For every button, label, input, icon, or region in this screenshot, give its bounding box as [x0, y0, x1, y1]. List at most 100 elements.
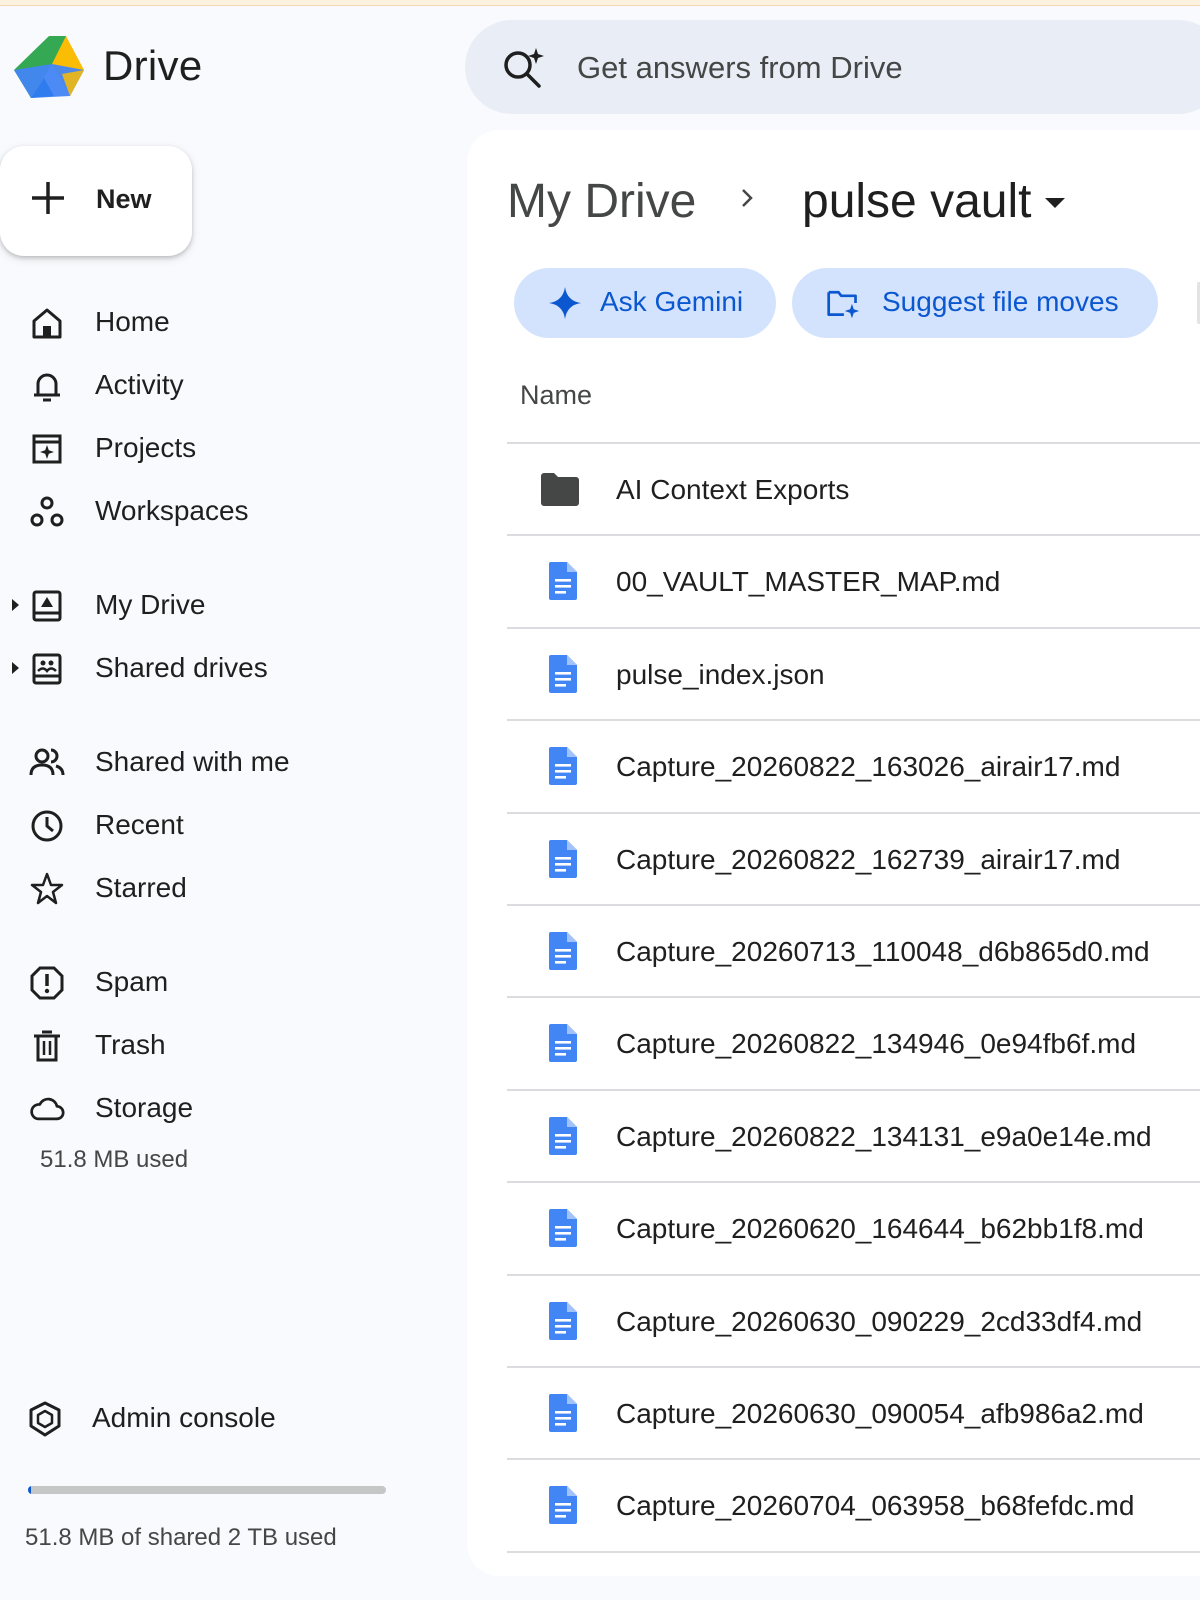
file-name: Capture_20260630_090054_afb986a2.md — [616, 1397, 1144, 1429]
table-row[interactable]: Capture_20260713_110048_d6b865d0.md — [507, 906, 1200, 999]
search-bar[interactable]: Get answers from Drive — [465, 20, 1200, 114]
file-name: Capture_20260713_110048_d6b865d0.md — [616, 935, 1150, 967]
table-row[interactable]: AI Context Exports — [507, 444, 1200, 537]
plus-icon — [32, 182, 64, 214]
ask-gemini-button[interactable]: Ask Gemini — [514, 268, 776, 338]
file-name: Capture_20260822_163026_airair17.md — [616, 751, 1121, 783]
table-row[interactable]: Capture_20260822_134946_0e94fb6f.md — [507, 998, 1200, 1091]
sidebar-item-label: Recent — [95, 809, 184, 840]
new-button[interactable]: New — [0, 146, 192, 256]
cloud-icon — [30, 1097, 65, 1121]
sidebar-item-label: Activity — [95, 369, 184, 400]
file-name: Capture_20260822_134946_0e94fb6f.md — [616, 1028, 1137, 1060]
file-name: Capture_20260822_162739_airair17.md — [616, 843, 1121, 875]
admin-console-label: Admin console — [92, 1402, 276, 1433]
document-icon — [549, 1024, 577, 1063]
shared-drives-icon — [32, 653, 62, 685]
sidebar-item-shared-drives[interactable]: Shared drives — [0, 640, 440, 696]
expand-arrow-icon[interactable] — [12, 662, 19, 674]
app-title[interactable]: Drive — [103, 42, 203, 90]
drive-logo-icon[interactable] — [14, 34, 84, 100]
document-icon — [549, 1209, 577, 1248]
clock-icon — [31, 810, 63, 842]
file-list: AI Context Exports 00_VAULT_MASTER_MAP.md… — [507, 442, 1200, 1553]
sidebar-item-workspaces[interactable]: Workspaces — [0, 483, 440, 539]
caret-down-icon[interactable] — [1045, 198, 1065, 208]
table-row[interactable]: Capture_20260822_134131_e9a0e14e.md — [507, 1091, 1200, 1184]
sidebar-item-starred[interactable]: Starred — [0, 860, 440, 916]
table-row[interactable]: Capture_20260822_163026_airair17.md — [507, 721, 1200, 814]
sidebar-item-label: My Drive — [95, 589, 206, 620]
document-icon — [549, 839, 577, 878]
sidebar-item-label: Projects — [95, 432, 197, 463]
sidebar-item-my-drive[interactable]: My Drive — [0, 577, 440, 633]
home-icon — [32, 308, 62, 339]
star-icon — [30, 872, 64, 905]
breadcrumb-current[interactable]: pulse vault — [802, 174, 1031, 229]
main-panel: My Drive pulse vault Ask Gemini Suggest … — [467, 130, 1200, 1576]
sidebar-item-trash[interactable]: Trash — [0, 1017, 440, 1073]
column-header-name[interactable]: Name — [520, 380, 592, 411]
document-icon — [549, 1301, 577, 1340]
admin-console-link[interactable]: Admin console — [0, 1390, 440, 1446]
file-name: Capture_20260704_063958_b68fefdc.md — [616, 1490, 1135, 1522]
sidebar-item-label: Home — [95, 306, 170, 337]
storage-progress-bar — [28, 1486, 386, 1494]
table-row[interactable]: pulse_index.json — [507, 629, 1200, 722]
admin-shield-icon — [29, 1401, 61, 1437]
sidebar-item-spam[interactable]: Spam — [0, 954, 440, 1010]
trash-icon — [34, 1030, 60, 1062]
table-row[interactable]: Capture_20260822_162739_airair17.md — [507, 814, 1200, 906]
ask-gemini-label: Ask Gemini — [600, 286, 744, 317]
file-name: Capture_20260620_164644_b62bb1f8.md — [616, 1213, 1144, 1245]
suggest-file-moves-button[interactable]: Suggest file moves — [792, 268, 1158, 338]
sidebar-item-label: Spam — [95, 966, 169, 997]
sidebar-item-projects[interactable]: Projects — [0, 420, 440, 476]
people-icon — [29, 748, 65, 776]
table-row[interactable]: Capture_20260620_164644_b62bb1f8.md — [507, 1183, 1200, 1276]
document-icon — [549, 931, 577, 970]
file-name: pulse_index.json — [616, 658, 825, 690]
sidebar-item-label: Shared with me — [95, 746, 290, 777]
file-name: 00_VAULT_MASTER_MAP.md — [616, 566, 1001, 598]
file-name: Capture_20260630_090229_2cd33df4.md — [616, 1305, 1143, 1337]
projects-icon — [32, 434, 62, 464]
file-name: AI Context Exports — [616, 474, 850, 505]
document-icon — [549, 1116, 577, 1155]
breadcrumb-root[interactable]: My Drive — [507, 174, 696, 229]
sidebar-item-label: Workspaces — [95, 495, 249, 526]
bell-icon — [34, 373, 60, 402]
document-icon — [549, 1393, 577, 1432]
table-row[interactable]: Capture_20260630_090229_2cd33df4.md — [507, 1276, 1200, 1368]
table-row[interactable]: Capture_20260704_063958_b68fefdc.md — [507, 1460, 1200, 1553]
file-name: Capture_20260822_134131_e9a0e14e.md — [616, 1120, 1152, 1152]
sidebar-item-shared-with-me[interactable]: Shared with me — [0, 734, 440, 790]
spam-icon — [30, 966, 64, 1000]
document-icon — [549, 562, 577, 601]
folder-spark-icon — [827, 290, 860, 319]
gemini-spark-icon — [549, 287, 581, 319]
top-edge — [0, 0, 1200, 6]
sidebar-item-storage[interactable]: Storage — [0, 1080, 440, 1136]
document-icon — [549, 747, 577, 786]
suggest-file-moves-label: Suggest file moves — [882, 286, 1119, 317]
storage-quota-text[interactable]: 51.8 MB of shared 2 TB used — [25, 1524, 337, 1552]
search-spark-icon — [504, 48, 544, 88]
storage-progress-fill — [28, 1486, 31, 1494]
folder-icon — [539, 472, 581, 508]
sidebar-item-home[interactable]: Home — [0, 294, 440, 350]
workspaces-icon — [30, 496, 64, 527]
storage-used-text: 51.8 MB used — [40, 1146, 189, 1173]
sidebar-item-recent[interactable]: Recent — [0, 797, 440, 853]
chevron-right-icon — [742, 189, 753, 207]
document-icon — [549, 1486, 577, 1525]
table-row[interactable]: Capture_20260630_090054_afb986a2.md — [507, 1368, 1200, 1461]
expand-arrow-icon[interactable] — [12, 599, 19, 611]
table-row[interactable]: 00_VAULT_MASTER_MAP.md — [507, 536, 1200, 629]
sidebar-item-activity[interactable]: Activity — [0, 357, 440, 413]
sidebar-item-label: Starred — [95, 872, 187, 903]
new-button-label: New — [96, 184, 152, 214]
my-drive-icon — [32, 590, 62, 622]
sidebar-item-label: Trash — [95, 1029, 166, 1060]
search-input[interactable]: Get answers from Drive — [577, 50, 903, 86]
